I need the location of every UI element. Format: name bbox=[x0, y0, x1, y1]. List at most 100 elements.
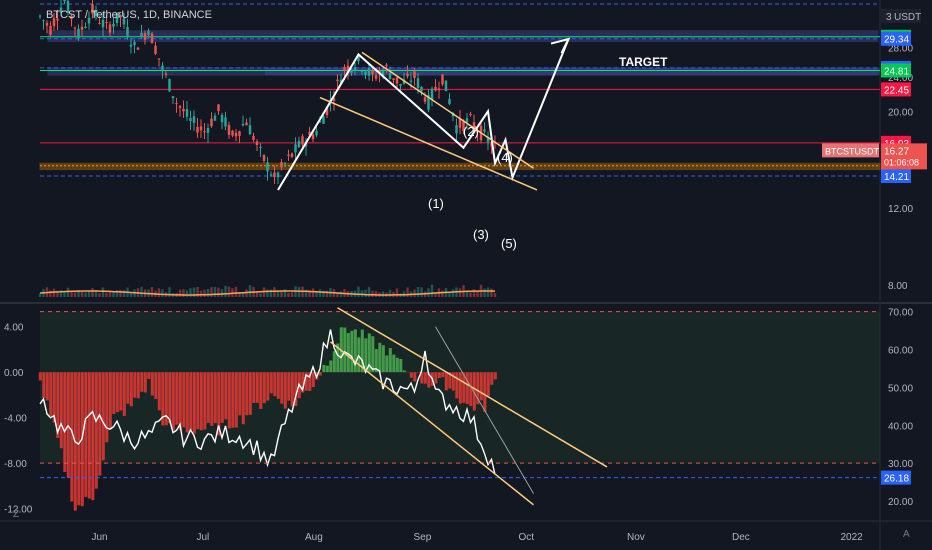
zoom-reset-label[interactable]: Z bbox=[13, 509, 19, 520]
candle-body bbox=[185, 109, 189, 117]
time-tick-3: Sep bbox=[414, 532, 432, 543]
candle-body bbox=[262, 155, 266, 161]
candle-body bbox=[227, 124, 231, 135]
histogram-bar bbox=[210, 372, 214, 426]
candle-body bbox=[192, 116, 196, 123]
candle-body bbox=[234, 132, 238, 137]
histogram-bar bbox=[409, 372, 413, 378]
histogram-bar bbox=[49, 372, 53, 416]
candle-body bbox=[171, 96, 175, 99]
volume-bar bbox=[161, 289, 164, 297]
volume-bar bbox=[430, 284, 434, 297]
volume-bar bbox=[273, 287, 276, 297]
histogram-bar bbox=[465, 372, 469, 405]
volume-bar bbox=[441, 290, 444, 297]
price-tag-6: 14.21 bbox=[884, 172, 909, 183]
histogram-bar bbox=[136, 372, 140, 399]
volume-bar bbox=[469, 292, 472, 297]
histogram-bar bbox=[413, 372, 417, 382]
histogram-bar bbox=[311, 372, 315, 388]
histogram-bar bbox=[87, 372, 91, 499]
volume-bar bbox=[84, 292, 87, 297]
candle-body bbox=[315, 130, 318, 136]
candle-body bbox=[430, 88, 434, 100]
volume-bar bbox=[451, 289, 455, 297]
histogram-bar bbox=[493, 372, 497, 380]
histogram-bar bbox=[171, 372, 175, 431]
osc-right-tick-4: 30.00 bbox=[888, 459, 913, 470]
candle-body bbox=[283, 163, 287, 165]
candle-body bbox=[98, 22, 101, 24]
candle-body bbox=[143, 33, 147, 40]
histogram-bar bbox=[122, 372, 126, 416]
exchange-label: BINANCE bbox=[163, 9, 212, 21]
candle-body bbox=[105, 21, 108, 23]
zone-2 bbox=[39, 162, 881, 171]
histogram-bar bbox=[483, 372, 487, 412]
volume-bar bbox=[129, 292, 133, 297]
histogram-bar bbox=[91, 372, 95, 501]
candle-body bbox=[203, 131, 206, 133]
candle-body bbox=[420, 87, 423, 92]
chart-canvas[interactable]: TARGET(1)(2)(3)(4)(5)8.0012.0016.0020.00… bbox=[0, 0, 932, 550]
volume-bar bbox=[413, 289, 416, 297]
histogram-bar bbox=[353, 329, 357, 373]
histogram-bar bbox=[66, 372, 70, 478]
candle-body bbox=[49, 25, 52, 35]
histogram-bar bbox=[192, 372, 196, 434]
volume-bar bbox=[80, 292, 84, 297]
histogram-bar bbox=[227, 372, 231, 429]
histogram-bar bbox=[112, 372, 116, 414]
candle-body bbox=[448, 98, 451, 104]
histogram-bar bbox=[322, 364, 326, 373]
histogram-bar bbox=[94, 372, 98, 489]
candle-body bbox=[434, 86, 437, 91]
volume-bar bbox=[157, 288, 161, 297]
volume-bar bbox=[458, 288, 462, 297]
candle-body bbox=[255, 141, 259, 145]
histogram-bar bbox=[220, 372, 224, 423]
volume-bar bbox=[395, 288, 399, 297]
volume-bar bbox=[178, 289, 182, 297]
volume-bar bbox=[420, 287, 423, 297]
volume-bar bbox=[105, 292, 108, 297]
histogram-bar bbox=[332, 351, 336, 373]
candle-body bbox=[168, 79, 171, 92]
candle-body bbox=[437, 88, 441, 91]
osc-right-tick-5: 20.00 bbox=[888, 497, 913, 508]
candle-body bbox=[259, 146, 262, 148]
volume-bar bbox=[374, 291, 378, 297]
osc-left-tick-0: 4.00 bbox=[4, 323, 24, 334]
candle-body bbox=[220, 114, 224, 123]
histogram-bar bbox=[234, 372, 238, 428]
volume-bar bbox=[472, 289, 476, 297]
candle-body bbox=[80, 26, 84, 30]
annotation-wave-5: (5) bbox=[501, 236, 517, 251]
histogram-bar bbox=[157, 372, 161, 411]
histogram-bar bbox=[259, 372, 263, 409]
quote-label: TetherUS bbox=[90, 9, 137, 21]
candle-body bbox=[343, 67, 346, 72]
time-tick-2: Aug bbox=[305, 532, 323, 543]
symbol-label: BTCST bbox=[46, 9, 82, 21]
auto-scale-label[interactable]: A bbox=[903, 529, 910, 540]
candle-body bbox=[385, 64, 388, 67]
histogram-bar bbox=[213, 372, 217, 424]
price-tick-3: 20.00 bbox=[888, 107, 913, 118]
time-tick-5: Nov bbox=[627, 532, 645, 543]
histogram-bar bbox=[441, 372, 445, 378]
time-tick-0: Jun bbox=[92, 532, 108, 543]
histogram-bar bbox=[238, 372, 242, 416]
price-tag-4: 22.45 bbox=[884, 85, 909, 96]
candle-body bbox=[416, 78, 420, 88]
candle-body bbox=[455, 125, 458, 134]
volume-bar bbox=[38, 293, 42, 297]
histogram-bar bbox=[252, 372, 256, 404]
volume-bar bbox=[465, 291, 469, 297]
histogram-bar bbox=[266, 372, 270, 401]
volume-bar bbox=[66, 287, 70, 297]
candle-body bbox=[322, 116, 325, 124]
volume-bar bbox=[220, 289, 224, 297]
volume-bar bbox=[367, 286, 371, 297]
histogram-bar bbox=[248, 372, 252, 415]
